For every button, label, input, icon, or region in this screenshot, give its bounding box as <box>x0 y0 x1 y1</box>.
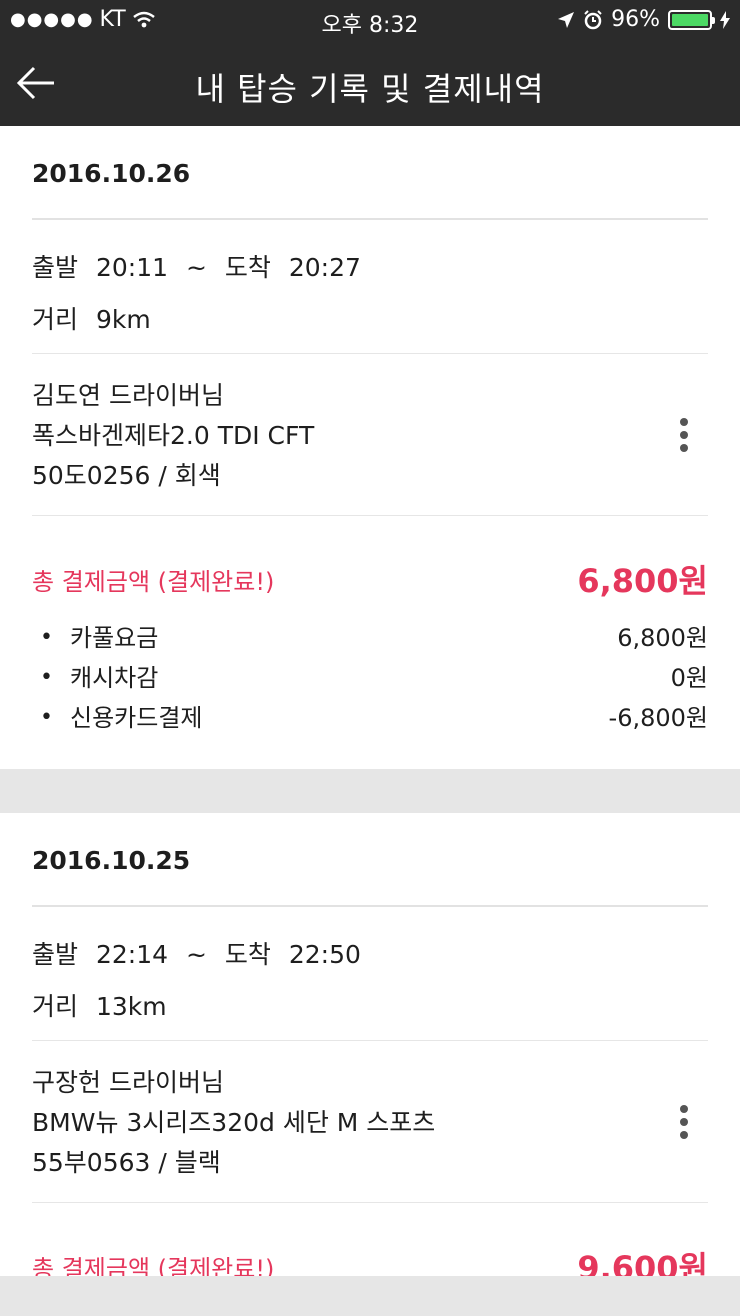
item-label: 캐시차감 <box>70 664 159 692</box>
location-icon <box>558 11 575 28</box>
ride-card: 2016.10.25 출발 22:14 ~ 도착 22:50 거리 13km 구… <box>0 813 740 1287</box>
total-amount: 6,800원 <box>577 562 708 600</box>
list-item: 캐시차감 0원 <box>32 658 708 698</box>
arrive-label: 도착 <box>224 940 271 969</box>
depart-label: 출발 <box>32 253 79 282</box>
distance-label: 거리 <box>32 992 79 1021</box>
time-separator: ~ <box>185 940 207 969</box>
battery-icon <box>668 9 715 30</box>
trip-info: 출발 20:11 ~ 도착 20:27 거리 9km <box>32 220 708 354</box>
item-label: 카풀요금 <box>70 624 159 652</box>
arrive-label: 도착 <box>224 253 271 282</box>
time-separator: ~ <box>185 253 207 282</box>
depart-label: 출발 <box>32 940 79 969</box>
ride-date: 2016.10.25 <box>32 813 708 907</box>
item-value: -6,800원 <box>608 704 708 732</box>
status-bar: ●●●●● KT 오후 8:32 96% <box>0 0 740 40</box>
driver-info: 구장헌 드라이버님 BMW뉴 3시리즈320d 세단 M 스포츠 55부0563… <box>32 1041 708 1203</box>
bottom-overlay <box>0 1276 740 1316</box>
item-value: 0원 <box>670 664 708 692</box>
payment-total: 총 결제금액 (결제완료!) 6,800원 <box>32 516 708 618</box>
item-value: 6,800원 <box>617 624 708 652</box>
distance-value: 9km <box>95 305 151 334</box>
more-options-button[interactable] <box>676 418 692 456</box>
page-title: 내 탑승 기록 및 결제내역 <box>195 70 545 108</box>
car-plate: 50도0256 / 회색 <box>32 461 221 490</box>
payment-breakdown: 카풀요금 6,800원 캐시차감 0원 신용카드결제 -6,800원 <box>32 618 708 738</box>
depart-time: 20:11 <box>95 253 169 282</box>
ride-date: 2016.10.26 <box>32 126 708 220</box>
depart-time: 22:14 <box>95 940 169 969</box>
car-model: BMW뉴 3시리즈320d 세단 M 스포츠 <box>32 1108 436 1137</box>
more-options-button[interactable] <box>676 1105 692 1143</box>
charging-icon <box>720 10 730 29</box>
top-bar: ●●●●● KT 오후 8:32 96% 내 탑승 기록 및 결제내역 <box>0 0 740 126</box>
list-item: 카풀요금 6,800원 <box>32 618 708 658</box>
nav-bar: 내 탑승 기록 및 결제내역 <box>0 44 740 126</box>
alarm-icon <box>584 9 602 29</box>
distance-value: 13km <box>95 992 167 1021</box>
driver-name: 구장헌 드라이버님 <box>32 1068 224 1097</box>
car-plate: 55부0563 / 블랙 <box>32 1148 221 1177</box>
distance-label: 거리 <box>32 305 79 334</box>
driver-name: 김도연 드라이버님 <box>32 381 224 410</box>
trip-info: 출발 22:14 ~ 도착 22:50 거리 13km <box>32 907 708 1041</box>
driver-info: 김도연 드라이버님 폭스바겐제타2.0 TDI CFT 50도0256 / 회색 <box>32 354 708 516</box>
car-model: 폭스바겐제타2.0 TDI CFT <box>32 421 315 450</box>
ride-card: 2016.10.26 출발 20:11 ~ 도착 20:27 거리 9km 김도… <box>0 126 740 769</box>
item-label: 신용카드결제 <box>70 704 203 732</box>
battery-percent: 96% <box>611 7 660 32</box>
total-label: 총 결제금액 (결제완료!) <box>32 568 275 596</box>
arrive-time: 20:27 <box>288 253 361 282</box>
list-item: 신용카드결제 -6,800원 <box>32 698 708 738</box>
arrive-time: 22:50 <box>288 940 361 969</box>
